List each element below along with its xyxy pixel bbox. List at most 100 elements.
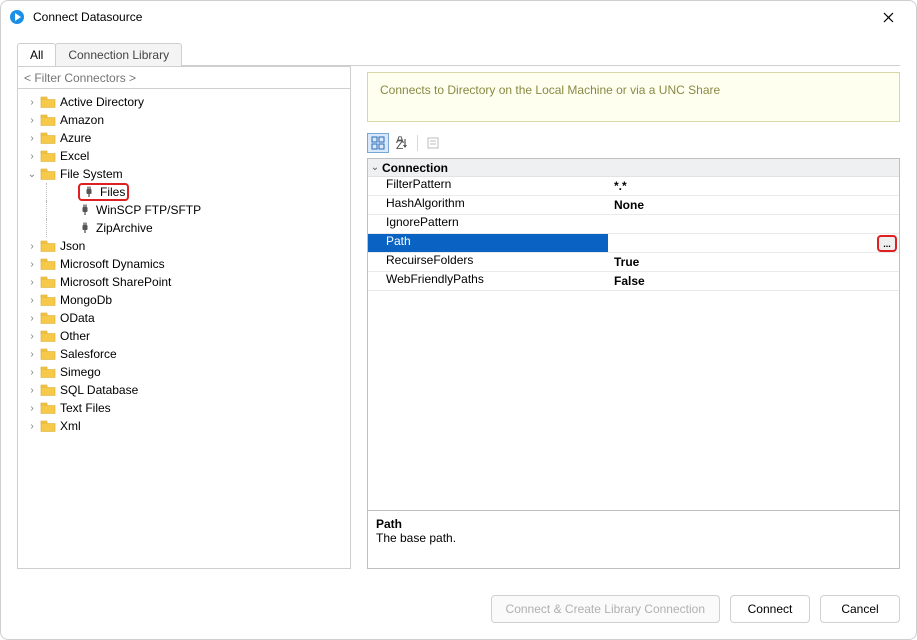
folder-icon	[40, 311, 56, 325]
chevron-right-icon[interactable]: ›	[26, 240, 38, 252]
tree-item-microsoft-sharepoint[interactable]: › Microsoft SharePoint	[20, 273, 348, 291]
tree-item-text-files[interactable]: › Text Files	[20, 399, 348, 417]
tree-item-winscp-ftp-sftp[interactable]: WinSCP FTP/SFTP	[20, 201, 348, 219]
chevron-down-icon[interactable]: ⌄	[26, 168, 38, 180]
property-grid-body[interactable]: ⌄ Connection FilterPattern*.*HashAlgorit…	[368, 159, 899, 510]
tree-item-label: Other	[60, 329, 90, 343]
tree-item-excel[interactable]: ›Excel	[20, 147, 348, 165]
property-row-filterpattern[interactable]: FilterPattern*.*	[368, 177, 899, 196]
tree-item-azure[interactable]: ›Azure	[20, 129, 348, 147]
tab-connection-library[interactable]: Connection Library	[55, 43, 182, 66]
chevron-right-icon[interactable]: ›	[26, 150, 38, 162]
chevron-right-icon[interactable]	[64, 204, 76, 216]
connector-icon	[78, 221, 92, 235]
tree-item-label: Xml	[60, 419, 81, 433]
folder-icon	[40, 257, 56, 271]
chevron-right-icon[interactable]: ›	[26, 366, 38, 378]
tree-item-active-directory[interactable]: ›Active Directory	[20, 93, 348, 111]
chevron-right-icon[interactable]	[64, 186, 76, 198]
property-row-webfriendlypaths[interactable]: WebFriendlyPathsFalse	[368, 272, 899, 291]
folder-icon	[40, 167, 56, 181]
sort-button[interactable]: AZ	[391, 133, 413, 153]
categorize-button[interactable]	[367, 133, 389, 153]
chevron-right-icon[interactable]: ›	[26, 294, 38, 306]
browse-button[interactable]: ...	[877, 235, 897, 252]
tree-item-label: Microsoft SharePoint	[60, 275, 171, 289]
tree-item-salesforce[interactable]: › Salesforce	[20, 345, 348, 363]
connector-icon	[82, 185, 96, 199]
chevron-right-icon[interactable]: ›	[26, 348, 38, 360]
chevron-right-icon[interactable]: ›	[26, 312, 38, 324]
tree-item-label: OData	[60, 311, 95, 325]
property-name: WebFriendlyPaths	[368, 272, 608, 290]
tree-item-label: MongoDb	[60, 293, 112, 307]
app-icon	[9, 9, 25, 25]
tree-item-label: Microsoft Dynamics	[60, 257, 165, 271]
property-name: IgnorePattern	[368, 215, 608, 233]
tree-item-json[interactable]: › Json	[20, 237, 348, 255]
folder-icon	[40, 239, 56, 253]
tab-all[interactable]: All	[17, 43, 56, 66]
tree-item-label: Amazon	[60, 113, 104, 127]
chevron-right-icon[interactable]: ›	[26, 132, 38, 144]
tree-item-xml[interactable]: › Xml	[20, 417, 348, 435]
chevron-right-icon[interactable]: ›	[26, 420, 38, 432]
folder-icon	[40, 329, 56, 343]
connector-icon	[78, 203, 92, 217]
folder-icon	[40, 293, 56, 307]
property-value[interactable]: *.*	[608, 177, 899, 195]
property-toolbar: AZ	[367, 132, 900, 154]
tree-item-label: ZipArchive	[96, 221, 153, 235]
connector-tree[interactable]: ›Active Directory›Amazon›Azure›Excel⌄Fil…	[18, 89, 350, 568]
chevron-right-icon[interactable]: ›	[26, 276, 38, 288]
property-row-path[interactable]: Path...	[368, 234, 899, 253]
property-name: RecuirseFolders	[368, 253, 608, 271]
titlebar: Connect Datasource	[1, 1, 916, 33]
folder-icon	[40, 383, 56, 397]
tree-item-label: Files	[100, 185, 125, 199]
folder-icon	[40, 95, 56, 109]
tree-item-simego[interactable]: › Simego	[20, 363, 348, 381]
cancel-button[interactable]: Cancel	[820, 595, 900, 623]
category-label: Connection	[382, 161, 448, 175]
tree-item-files[interactable]: Files	[20, 183, 348, 201]
filter-input[interactable]	[18, 67, 350, 89]
tabstrip: All Connection Library	[17, 41, 900, 65]
property-value[interactable]	[608, 215, 899, 233]
chevron-right-icon[interactable]: ›	[26, 96, 38, 108]
property-value[interactable]: ...	[608, 234, 899, 252]
tree-item-mongodb[interactable]: › MongoDb	[20, 291, 348, 309]
tree-item-label: WinSCP FTP/SFTP	[96, 203, 201, 217]
property-value[interactable]: True	[608, 253, 899, 271]
tree-item-other[interactable]: › Other	[20, 327, 348, 345]
tree-item-label: Salesforce	[60, 347, 117, 361]
tree-item-odata[interactable]: › OData	[20, 309, 348, 327]
property-row-hashalgorithm[interactable]: HashAlgorithmNone	[368, 196, 899, 215]
chevron-right-icon[interactable]: ›	[26, 402, 38, 414]
tree-item-amazon[interactable]: › Amazon	[20, 111, 348, 129]
tree-item-file-system[interactable]: ⌄File System	[20, 165, 348, 183]
tree-item-label: Json	[60, 239, 85, 253]
connect-button[interactable]: Connect	[730, 595, 810, 623]
tree-item-sql-database[interactable]: ›SQL Database	[20, 381, 348, 399]
folder-icon	[40, 131, 56, 145]
property-value[interactable]: None	[608, 196, 899, 214]
property-name: FilterPattern	[368, 177, 608, 195]
tree-item-microsoft-dynamics[interactable]: › Microsoft Dynamics	[20, 255, 348, 273]
category-row-connection[interactable]: ⌄ Connection	[368, 159, 899, 177]
chevron-right-icon[interactable]	[64, 222, 76, 234]
tree-item-label: Simego	[60, 365, 101, 379]
property-row-recuirsefolders[interactable]: RecuirseFoldersTrue	[368, 253, 899, 272]
tree-item-label: Text Files	[60, 401, 111, 415]
property-row-ignorepattern[interactable]: IgnorePattern	[368, 215, 899, 234]
close-button[interactable]	[868, 3, 908, 31]
tree-item-ziparchive[interactable]: ZipArchive	[20, 219, 348, 237]
properties-pages-button[interactable]	[422, 133, 444, 153]
chevron-right-icon[interactable]: ›	[26, 330, 38, 342]
chevron-right-icon[interactable]: ›	[26, 384, 38, 396]
chevron-right-icon[interactable]: ›	[26, 258, 38, 270]
chevron-down-icon[interactable]: ⌄	[368, 162, 382, 173]
property-value[interactable]: False	[608, 272, 899, 290]
chevron-right-icon[interactable]: ›	[26, 114, 38, 126]
connect-create-library-button[interactable]: Connect & Create Library Connection	[491, 595, 720, 623]
